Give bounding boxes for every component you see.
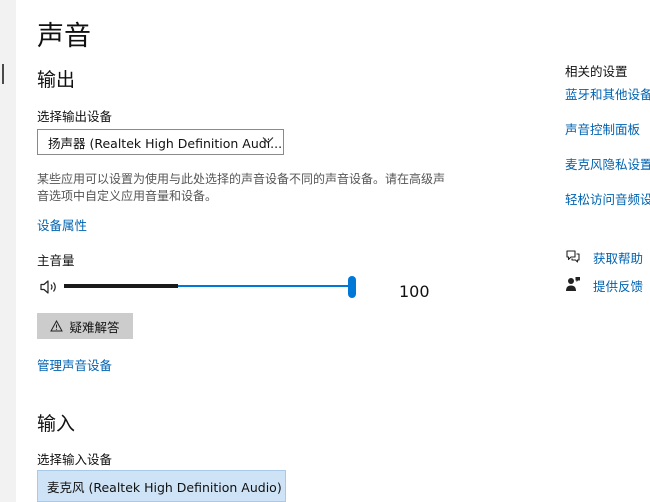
troubleshoot-button[interactable]: 疑难解答 bbox=[37, 313, 133, 339]
input-heading: 输入 bbox=[37, 413, 76, 435]
give-feedback-link[interactable]: 提供反馈 bbox=[593, 276, 643, 295]
manage-sound-devices-link[interactable]: 管理声音设备 bbox=[37, 355, 112, 374]
input-device-value: 麦克风 (Realtek High Definition Audio) bbox=[47, 479, 282, 495]
master-volume-slider[interactable] bbox=[64, 276, 356, 298]
help-chat-icon bbox=[566, 250, 580, 263]
output-device-value: 扬声器 (Realtek High Definition Audi... bbox=[48, 135, 283, 151]
feedback-icon bbox=[566, 277, 580, 291]
slider-thumb[interactable] bbox=[348, 276, 356, 298]
get-help-link[interactable]: 获取帮助 bbox=[593, 248, 643, 267]
sidebar-link-ease-of-access-audio[interactable]: 轻松访问音频设 bbox=[565, 189, 650, 208]
speaker-icon[interactable] bbox=[39, 279, 61, 295]
troubleshoot-label: 疑难解答 bbox=[69, 319, 120, 335]
volume-peak-meter bbox=[64, 284, 178, 288]
volume-value: 100 bbox=[399, 282, 430, 301]
nav-selection-marker bbox=[2, 64, 4, 84]
device-properties-link[interactable]: 设备属性 bbox=[37, 215, 87, 234]
chevron-down-icon bbox=[262, 137, 274, 144]
output-description: 某些应用可以设置为使用与此处选择的声音设备不同的声音设备。请在高级声音选项中自定… bbox=[37, 172, 446, 203]
nav-strip bbox=[0, 0, 16, 502]
page-title: 声音 bbox=[37, 21, 91, 52]
warning-icon bbox=[50, 320, 64, 332]
input-device-label: 选择输入设备 bbox=[37, 452, 113, 467]
output-device-label: 选择输出设备 bbox=[37, 109, 113, 124]
sidebar-link-bluetooth[interactable]: 蓝牙和其他设备 bbox=[565, 84, 650, 103]
output-device-dropdown[interactable]: 扬声器 (Realtek High Definition Audi... bbox=[37, 129, 284, 155]
sidebar-link-mic-privacy[interactable]: 麦克风隐私设置 bbox=[565, 154, 650, 173]
related-settings-heading: 相关的设置 bbox=[565, 64, 628, 79]
master-volume-label: 主音量 bbox=[37, 253, 75, 268]
input-device-dropdown[interactable]: 麦克风 (Realtek High Definition Audio) bbox=[37, 470, 286, 502]
output-heading: 输出 bbox=[37, 69, 76, 91]
sidebar-link-sound-control-panel[interactable]: 声音控制面板 bbox=[565, 119, 640, 138]
